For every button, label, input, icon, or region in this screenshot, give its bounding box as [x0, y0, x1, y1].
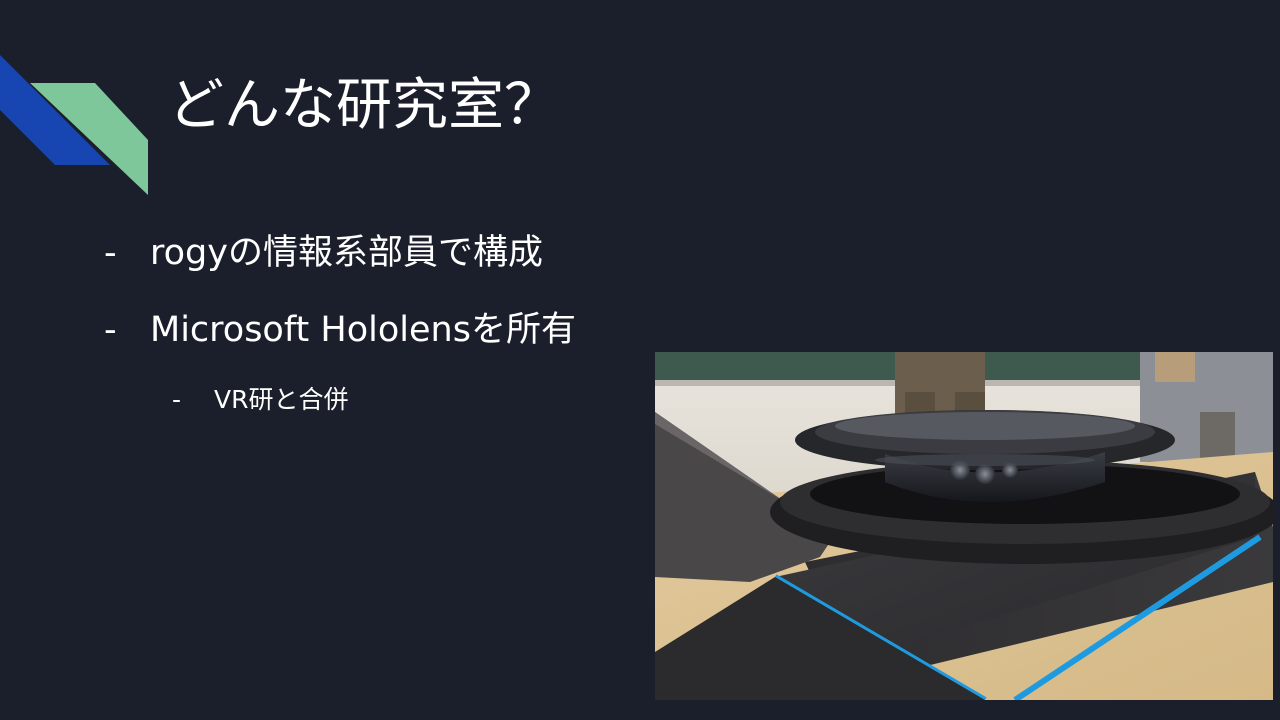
sub-bullet-text: VR研と合併 [214, 385, 349, 414]
hololens-photo-illustration [655, 352, 1273, 700]
sub-bullet-marker: - [172, 385, 182, 414]
corner-accent-decoration [0, 55, 148, 195]
slide-title: どんな研究室？ [168, 73, 560, 138]
slide: どんな研究室？ - rogyの情報系部員で構成 - Microsoft Holo… [0, 0, 1280, 720]
bullet-text: Microsoft Hololensを所有 [150, 310, 576, 350]
bullet-text: rogyの情報系部員で構成 [150, 233, 543, 273]
bullet-marker: - [104, 310, 117, 350]
bullet-marker: - [104, 233, 117, 273]
hololens-photo [655, 352, 1273, 700]
